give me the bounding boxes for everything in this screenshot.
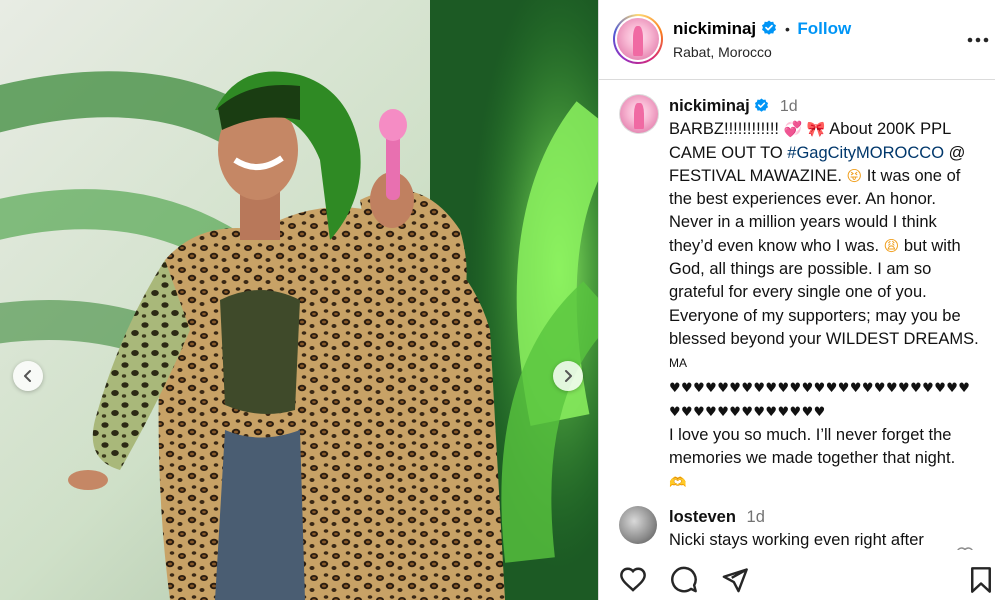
heart-hands-emoji: 🫶 bbox=[669, 474, 687, 491]
header-separator: • bbox=[785, 21, 790, 37]
bookmark-icon[interactable] bbox=[969, 566, 993, 594]
chevron-left-icon bbox=[24, 370, 31, 382]
comment-text: Nicki stays working even right after bbox=[669, 531, 924, 549]
caption-timestamp[interactable]: 1d bbox=[780, 98, 798, 115]
caption-username[interactable]: nickiminaj bbox=[669, 97, 750, 115]
ribbon-emoji: 🎀 bbox=[806, 120, 826, 139]
comment-username[interactable]: losteven bbox=[669, 508, 736, 526]
two-hearts-emoji: 💞 bbox=[783, 120, 803, 139]
hashtag-link[interactable]: #GagCityMOROCCO bbox=[787, 144, 944, 162]
post-location[interactable]: Rabat, Morocco bbox=[673, 44, 772, 60]
post-media[interactable] bbox=[0, 0, 598, 600]
verified-badge-icon bbox=[761, 20, 776, 35]
post-side-panel: nickiminaj • Follow Rabat, Morocco nicki… bbox=[598, 0, 995, 600]
caption-avatar bbox=[620, 95, 658, 133]
caption-text-1: BARBZ!!!!!!!!!!!! bbox=[669, 120, 784, 139]
follow-button[interactable]: Follow bbox=[797, 19, 851, 38]
story-ring[interactable] bbox=[613, 14, 663, 64]
caption-verified-badge-icon bbox=[755, 98, 769, 112]
chevron-right-icon bbox=[565, 370, 572, 382]
weary-face-emoji: 😩 bbox=[883, 236, 900, 255]
concert-photo bbox=[0, 0, 598, 600]
header-username[interactable]: nickiminaj bbox=[673, 19, 756, 38]
caption-story-ring[interactable] bbox=[619, 94, 659, 134]
hearts-line-2: ♥♥♥♥♥♥♥♥♥♥♥♥♥ bbox=[669, 404, 826, 420]
heart-icon[interactable] bbox=[619, 566, 647, 592]
avatar bbox=[617, 18, 659, 60]
post-header: nickiminaj • Follow Rabat, Morocco bbox=[599, 0, 995, 80]
hearts-line-1: ♥♥♥♥♥♥♥♥♥♥♥♥♥♥♥♥♥♥♥♥♥♥♥♥♥ bbox=[669, 380, 971, 396]
next-slide-button[interactable] bbox=[553, 361, 583, 391]
comment-body: losteven 1d Nicki stays working even rig… bbox=[669, 506, 969, 550]
share-icon[interactable] bbox=[721, 566, 749, 594]
comment-icon[interactable] bbox=[670, 566, 698, 594]
more-options-icon[interactable] bbox=[967, 36, 989, 44]
comment-avatar[interactable] bbox=[619, 506, 657, 544]
comments-scroll-area[interactable]: nickiminaj 1d BARBZ!!!!!!!!!!!! 💞 🎀 Abou… bbox=[599, 80, 995, 550]
previous-slide-button[interactable] bbox=[13, 361, 43, 391]
tongue-face-emoji: 😝 bbox=[846, 166, 863, 185]
morocco-flag-emoji: MA bbox=[669, 356, 687, 371]
comment-timestamp: 1d bbox=[746, 508, 765, 526]
post-caption: nickiminaj 1d BARBZ!!!!!!!!!!!! 💞 🎀 Abou… bbox=[669, 95, 981, 494]
action-bar bbox=[599, 550, 995, 600]
caption-text-6: I love you so much. I’ll never forget th… bbox=[669, 426, 956, 468]
